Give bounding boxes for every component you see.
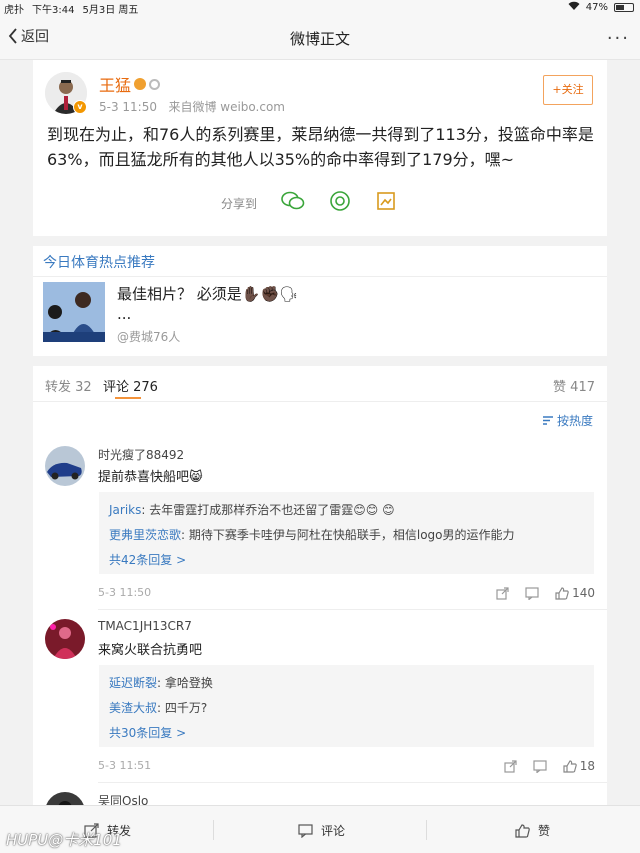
comment-tabs: 转发 32 评论 276 赞 417 bbox=[33, 366, 607, 402]
moments-icon[interactable] bbox=[329, 190, 351, 216]
tab-likes[interactable]: 赞 417 bbox=[553, 376, 595, 395]
save-image-icon[interactable] bbox=[375, 190, 397, 216]
share-row: 分享到 bbox=[221, 190, 397, 216]
more-options-button[interactable]: ··· bbox=[607, 28, 630, 49]
like-button[interactable]: 18 bbox=[563, 759, 595, 773]
active-tab-indicator bbox=[115, 397, 141, 399]
nav-bar: 返回 微博正文 ··· bbox=[0, 16, 640, 60]
page-title: 微博正文 bbox=[289, 30, 350, 48]
thumbs-up-icon bbox=[563, 759, 577, 773]
comments-card: 转发 32 评论 276 赞 417 按热度 时光瘦了88492 提前恭喜快船吧… bbox=[33, 366, 607, 853]
comment-text: 提前恭喜快船吧😸 bbox=[98, 470, 203, 485]
hot-source: @费城76人 bbox=[117, 330, 181, 344]
like-count: 18 bbox=[579, 759, 595, 773]
hot-headline[interactable]: 最佳相片？ 必须是✋🏿✊🏿🗣 ... bbox=[117, 284, 298, 324]
commenter-avatar[interactable] bbox=[45, 619, 85, 659]
comment-time: 5-3 11:50 bbox=[98, 586, 152, 599]
comment-text: 来窝火联合抗勇吧 bbox=[98, 643, 203, 658]
like-label: 赞 bbox=[538, 824, 551, 838]
battery-percent: 47% bbox=[585, 1, 608, 13]
reply-text: : 去年雷霆打成那样乔治不也还留了雷霆😊😊 😊 bbox=[141, 503, 395, 517]
post-time: 5-3 11:50 bbox=[99, 100, 157, 114]
divider bbox=[213, 820, 214, 840]
hot-section-title: 今日体育热点推荐 bbox=[43, 255, 155, 271]
more-replies-link[interactable]: 共30条回复 > bbox=[109, 721, 584, 746]
hot-thumbnail[interactable] bbox=[43, 282, 105, 342]
sort-icon bbox=[542, 416, 553, 425]
post-source: 来自微博 weibo.com bbox=[168, 100, 285, 114]
verified-badge-icon: v bbox=[73, 100, 87, 114]
comment-icon[interactable] bbox=[533, 759, 547, 773]
commenter-name[interactable]: 时光瘦了88492 bbox=[98, 446, 184, 463]
tab-reposts[interactable]: 转发 32 bbox=[45, 376, 92, 395]
clock: 下午3:44 bbox=[32, 5, 75, 16]
thumbs-up-icon bbox=[555, 586, 569, 600]
share-label: 分享到 bbox=[221, 196, 258, 211]
comment-footer: 5-3 11:50 140 bbox=[98, 586, 595, 600]
divider bbox=[98, 782, 607, 783]
more-replies-link[interactable]: 共42条回复 > bbox=[109, 548, 584, 573]
commenter-name[interactable]: TMAC1JH13CR7 bbox=[98, 619, 192, 633]
battery-icon bbox=[614, 2, 634, 12]
reply-item: 延迟断裂: 拿哈登换 bbox=[109, 671, 584, 696]
divider bbox=[426, 820, 427, 840]
divider bbox=[98, 609, 607, 610]
like-post-button[interactable]: 赞 bbox=[515, 822, 550, 839]
follow-button[interactable]: +关注 bbox=[543, 75, 593, 105]
comment-time: 5-3 11:51 bbox=[98, 759, 152, 772]
reply-author[interactable]: 美渣大叔 bbox=[109, 701, 157, 715]
divider bbox=[33, 276, 607, 277]
comment-label: 评论 bbox=[321, 824, 346, 838]
share-icon[interactable] bbox=[496, 586, 509, 600]
reply-text: : 期待下赛季卡哇伊与阿杜在快船联手，相信logo男的运作能力 bbox=[181, 528, 515, 542]
hot-headline-ellipsis: ... bbox=[117, 305, 132, 323]
reply-author[interactable]: 延迟断裂 bbox=[109, 676, 157, 690]
reply-preview[interactable]: 延迟断裂: 拿哈登换 美渣大叔: 四千万? 共30条回复 > bbox=[99, 665, 594, 747]
date-label: 5月3日 周五 bbox=[82, 5, 139, 16]
like-button[interactable]: 140 bbox=[555, 586, 595, 600]
author-name-text: 王猛 bbox=[99, 76, 132, 95]
comment-footer: 5-3 11:51 18 bbox=[98, 759, 595, 773]
reply-text: : 四千万? bbox=[157, 701, 208, 715]
status-bar: 虎扑 下午3:44 5月3日 周五 47% bbox=[0, 0, 640, 16]
comment-icon bbox=[298, 823, 313, 838]
reply-item: Jariks: 去年雷霆打成那样乔治不也还留了雷霆😊😊 😊 bbox=[109, 498, 584, 523]
reply-author[interactable]: Jariks bbox=[109, 503, 141, 517]
reply-author[interactable]: 更弗里茨恋歌 bbox=[109, 528, 181, 542]
reply-item: 更弗里茨恋歌: 期待下赛季卡哇伊与阿杜在快船联手，相信logo男的运作能力 bbox=[109, 523, 584, 548]
post-meta: 5-3 11:50 来自微博 weibo.com bbox=[99, 98, 285, 115]
thumbs-up-icon bbox=[515, 823, 530, 838]
post-card: v 王猛 5-3 11:50 来自微博 weibo.com +关注 到现在为止，… bbox=[33, 60, 607, 236]
hot-topics-card: 今日体育热点推荐 最佳相片？ 必须是✋🏿✊🏿🗣 ... @费城76人 bbox=[33, 246, 607, 356]
sort-label: 按热度 bbox=[556, 414, 593, 428]
sort-button[interactable]: 按热度 bbox=[542, 412, 593, 429]
reply-text: : 拿哈登换 bbox=[157, 676, 213, 690]
watermark: HUPU@卡米101 bbox=[6, 831, 122, 849]
wifi-icon bbox=[568, 1, 580, 13]
vip-icon bbox=[134, 78, 147, 90]
tab-comments[interactable]: 评论 276 bbox=[103, 376, 158, 395]
like-count: 140 bbox=[572, 586, 595, 600]
author-name[interactable]: 王猛 bbox=[99, 72, 161, 96]
reply-item: 美渣大叔: 四千万? bbox=[109, 696, 584, 721]
comment-button[interactable]: 评论 bbox=[298, 822, 345, 839]
post-body: 到现在为止，和76人的系列赛里，莱昂纳德一共得到了113分，投篮命中率是63%，… bbox=[47, 125, 594, 169]
wechat-icon[interactable] bbox=[281, 190, 305, 216]
reply-preview[interactable]: Jariks: 去年雷霆打成那样乔治不也还留了雷霆😊😊 😊 更弗里茨恋歌: 期待… bbox=[99, 492, 594, 574]
commenter-avatar[interactable] bbox=[45, 446, 85, 486]
medal-icon bbox=[149, 78, 161, 90]
share-icon[interactable] bbox=[504, 759, 517, 773]
comment-icon[interactable] bbox=[525, 586, 539, 600]
carrier-label: 虎扑 bbox=[4, 5, 24, 16]
hot-headline-line: 最佳相片？ 必须是✋🏿✊🏿🗣 bbox=[117, 285, 299, 303]
